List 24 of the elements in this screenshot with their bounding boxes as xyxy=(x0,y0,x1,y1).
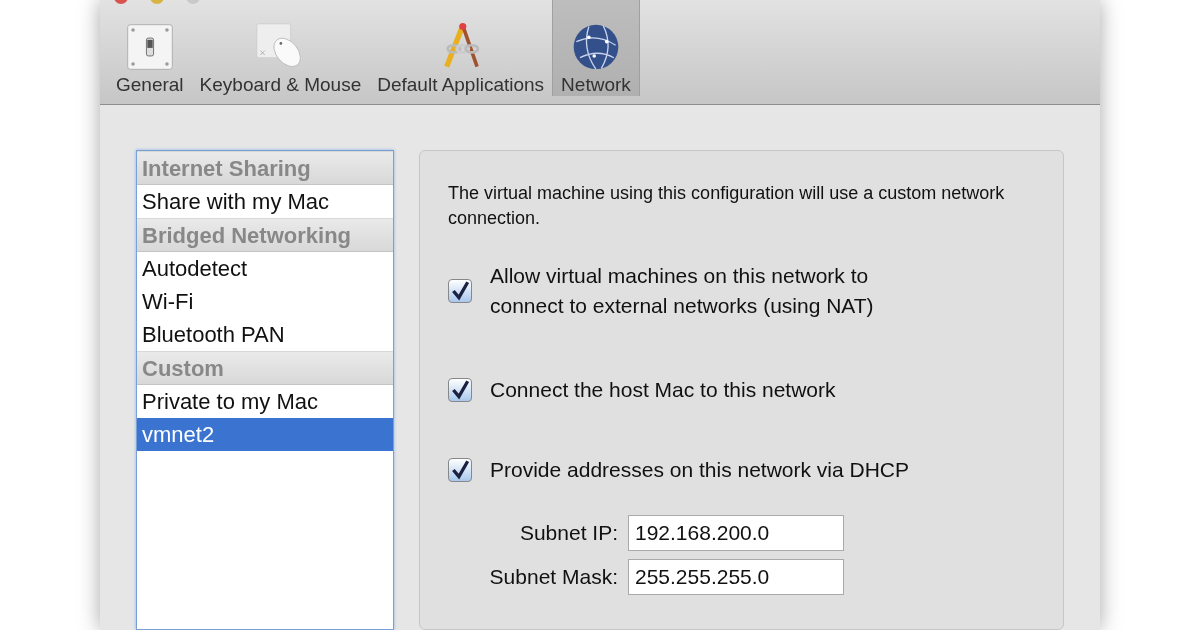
field-label: Subnet IP: xyxy=(518,521,618,545)
list-item[interactable]: Autodetect xyxy=(137,252,393,285)
list-item[interactable]: Wi-Fi xyxy=(137,285,393,318)
option-label: Allow virtual machines on this network to connect to external networks (using NAT) xyxy=(490,263,875,319)
description-text: The virtual machine using this configuration will use a custom network connection. xyxy=(448,182,1006,230)
list-item[interactable]: Share with my Mac xyxy=(137,185,393,218)
list-item[interactable]: Bluetooth PAN xyxy=(137,318,393,351)
list-section-header: Internet Sharing xyxy=(137,151,393,185)
input-field[interactable]: 255.255.255.0 xyxy=(628,559,844,595)
list-item[interactable]: vmnet2 xyxy=(137,418,393,451)
toolbar-tab[interactable]: Network xyxy=(552,0,640,96)
field-label: Subnet Mask: xyxy=(488,565,618,589)
input-field[interactable]: 192.168.200.0 xyxy=(628,515,844,551)
list-section-header: Custom xyxy=(137,351,393,385)
list-item[interactable]: Private to my Mac xyxy=(137,385,393,418)
list-section-header: Bridged Networking xyxy=(137,218,393,252)
option-label: Provide addresses on this network via DHCP xyxy=(490,457,910,483)
checkbox[interactable] xyxy=(448,279,472,303)
toolbar-tab[interactable]: Keyboard & Mouse xyxy=(191,0,370,96)
option-label: Connect the host Mac to this network xyxy=(490,377,837,403)
toolbar-tab[interactable]: Default Applications xyxy=(369,0,553,96)
toolbar-tab[interactable]: General xyxy=(108,0,192,96)
checkbox[interactable] xyxy=(448,458,472,482)
checkbox[interactable] xyxy=(448,378,472,402)
